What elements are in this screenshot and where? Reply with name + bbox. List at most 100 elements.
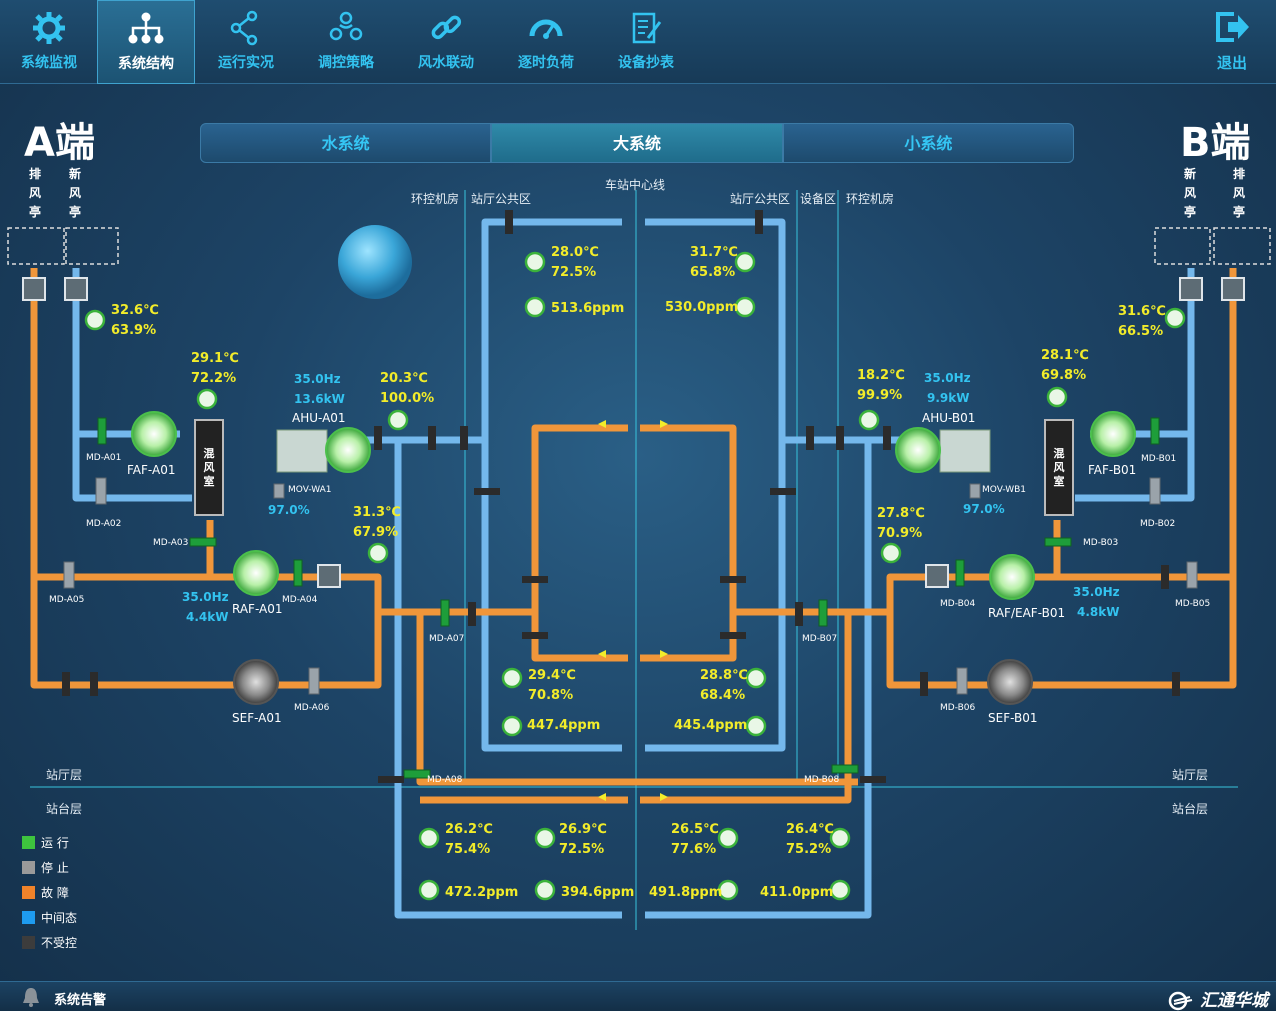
nav-system-monitor[interactable]: 系统监视 — [0, 0, 98, 84]
raf-b-power: 4.8kW — [1077, 605, 1120, 619]
sef-a-name[interactable]: SEF-A01 — [232, 711, 282, 725]
nav-operation-status[interactable]: 运行实况 — [197, 0, 295, 84]
damper-md-a03[interactable]: MD-A03 — [153, 538, 188, 548]
ahu-b-valve-name[interactable]: MOV-WB1 — [982, 485, 1026, 495]
nav-label: 设备抄表 — [618, 55, 674, 71]
raf-b-name[interactable]: RAF/EAF-B01 — [988, 606, 1065, 620]
platform-4-co2: 411.0ppm — [760, 885, 834, 900]
nav-control-strategy[interactable]: 调控策略 — [297, 0, 395, 84]
ahu-b-name[interactable]: AHU-B01 — [922, 411, 975, 425]
end-b-title: B端 — [1180, 120, 1251, 166]
legend-uncontrolled: 不受控 — [22, 930, 77, 955]
nav-air-water-linkage[interactable]: 风水联动 — [397, 0, 495, 84]
damper-md-b08[interactable]: MD-B08 — [804, 775, 839, 785]
damper-md-a08[interactable]: MD-A08 — [427, 775, 462, 785]
raf-a-power: 4.4kW — [186, 610, 229, 624]
damper-md-b04[interactable]: MD-B04 — [940, 599, 975, 609]
platform-level-b-label: 站台层 — [1172, 802, 1209, 816]
damper-md-a04[interactable]: MD-A04 — [282, 595, 317, 605]
tab-large-system[interactable]: 大系统 — [491, 123, 783, 163]
damper-md-a06[interactable]: MD-A06 — [294, 703, 329, 713]
nav-label: 风水联动 — [418, 55, 474, 71]
ahu-b-freq: 35.0Hz — [924, 371, 971, 385]
decorative-sphere — [338, 225, 412, 299]
hall-bottom-right-co2: 445.4ppm — [674, 718, 748, 733]
legend-fault: 故 障 — [22, 880, 77, 905]
nav-hourly-load[interactable]: 逐时负荷 — [497, 0, 595, 84]
grey-dampers — [63, 477, 1198, 695]
nav-label: 系统监视 — [21, 55, 77, 71]
legend-intermediate: 中间态 — [22, 905, 77, 930]
nav-label: 逐时负荷 — [518, 55, 574, 71]
a-return-sensor-reading: 31.3℃ 67.9% — [353, 505, 401, 540]
hall-top-left-co2: 513.6ppm — [551, 301, 625, 316]
damper-md-b02[interactable]: MD-B02 — [1140, 519, 1175, 529]
logout-button[interactable]: 退出 — [1202, 8, 1262, 73]
damper-md-a05[interactable]: MD-A05 — [49, 595, 84, 605]
ahu-a-freq: 35.0Hz — [294, 372, 341, 386]
platform-1-co2: 472.2ppm — [445, 885, 519, 900]
inline-dampers — [62, 210, 1180, 783]
raf-b-freq: 35.0Hz — [1073, 585, 1120, 599]
hall-top-left-sensor-reading: 28.0℃ 72.5% — [551, 245, 599, 280]
zone-b-ring-room: 环控机房 — [846, 192, 895, 206]
faf-a-name[interactable]: FAF-A01 — [127, 463, 175, 477]
status-legend: 运 行 停 止 故 障 中间态 不受控 — [22, 830, 77, 955]
b-exhaust-kiosk-label: 排风亭 — [1232, 167, 1245, 219]
platform-3-sensor-reading: 26.5℃ 77.6% — [671, 822, 719, 857]
zone-center-line: 车站中心线 — [605, 178, 666, 192]
ahu-coils — [276, 429, 991, 473]
top-navigation-bar: 系统监视 系统结构 运行实况 调控策略 风水联动 逐时负荷 设备抄表 退出 — [0, 0, 1276, 84]
nav-label: 系统结构 — [118, 56, 174, 72]
tab-water-system[interactable]: 水系统 — [200, 123, 492, 163]
damper-md-b06[interactable]: MD-B06 — [940, 703, 975, 713]
damper-md-b07[interactable]: MD-B07 — [802, 634, 837, 644]
hall-bottom-left-co2: 447.4ppm — [527, 718, 601, 733]
faf-b-name[interactable]: FAF-B01 — [1088, 463, 1136, 477]
zone-boundary-lines — [30, 190, 1238, 930]
hall-bottom-left-sensor-reading: 29.4℃ 70.8% — [528, 668, 576, 703]
damper-md-b05[interactable]: MD-B05 — [1175, 599, 1210, 609]
a-mix-sensor-reading: 29.1℃ 72.2% — [191, 351, 239, 386]
legend-running: 运 行 — [22, 830, 77, 855]
platform-2-sensor-reading: 26.9℃ 72.5% — [559, 822, 607, 857]
ahu-a-power: 13.6kW — [294, 392, 345, 406]
nav-label: 调控策略 — [318, 55, 374, 71]
ahu-a-valve-name[interactable]: MOV-WA1 — [288, 485, 332, 495]
a-fresh-sensor-reading: 32.6℃ 63.9% — [111, 303, 159, 338]
damper-md-a01[interactable]: MD-A01 — [86, 453, 121, 463]
gauge-icon — [529, 19, 563, 39]
nav-system-structure[interactable]: 系统结构 — [97, 0, 195, 84]
hall-top-right-co2: 530.0ppm — [665, 300, 739, 315]
hall-level-b-label: 站厅层 — [1172, 768, 1209, 782]
brand-logo: 汇通华城 — [1168, 986, 1268, 1011]
ahu-a-valve-opening: 97.0% — [268, 503, 310, 517]
ahu-b-valve-opening: 97.0% — [963, 502, 1005, 516]
zone-a-ring-room: 环控机房 — [411, 192, 460, 206]
damper-md-b03[interactable]: MD-B03 — [1083, 538, 1118, 548]
platform-3-co2: 491.8ppm — [649, 885, 723, 900]
sensor-badges — [84, 251, 1186, 901]
alarm-bell-icon[interactable] — [22, 986, 40, 1008]
logout-icon — [1216, 12, 1249, 42]
hall-top-right-sensor-reading: 31.7℃ 65.8% — [690, 245, 738, 280]
raf-a-freq: 35.0Hz — [182, 590, 229, 604]
a-fresh-kiosk-label: 新风亭 — [68, 167, 81, 219]
sef-b-name[interactable]: SEF-B01 — [988, 711, 1038, 725]
b-mix-sensor-reading: 28.1℃ 69.8% — [1041, 348, 1089, 383]
platform-1-sensor-reading: 26.2℃ 75.4% — [445, 822, 493, 857]
ahu-a-name[interactable]: AHU-A01 — [292, 411, 346, 425]
damper-md-a02[interactable]: MD-A02 — [86, 519, 121, 529]
nav-meter-reading[interactable]: 设备抄表 — [597, 0, 695, 84]
chain-link-icon — [431, 15, 462, 40]
system-alarm-label[interactable]: 系统告警 — [54, 989, 106, 1008]
b-mixing-room-label: 混风室 — [1053, 447, 1065, 488]
tab-small-system[interactable]: 小系统 — [782, 123, 1074, 163]
damper-md-a07[interactable]: MD-A07 — [429, 634, 464, 644]
logout-label: 退出 — [1216, 54, 1247, 72]
share-nodes-icon — [230, 10, 258, 46]
damper-md-b01[interactable]: MD-B01 — [1141, 454, 1176, 464]
raf-a-name[interactable]: RAF-A01 — [232, 602, 283, 616]
zone-b-equipment: 设备区 — [800, 192, 837, 206]
a-exhaust-kiosk-label: 排风亭 — [28, 167, 41, 219]
